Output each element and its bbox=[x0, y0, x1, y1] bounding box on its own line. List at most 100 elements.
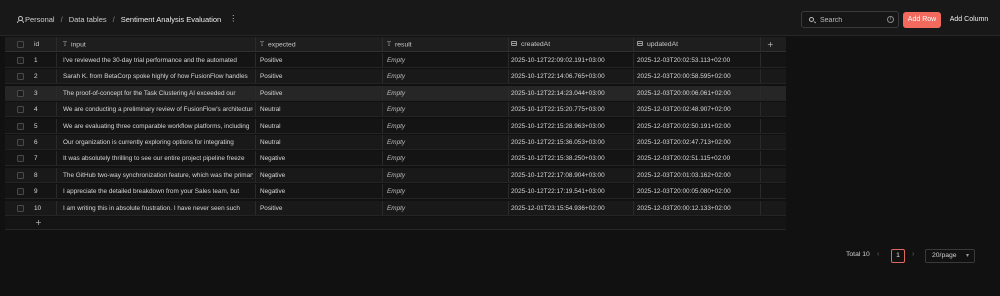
cell-result[interactable]: Empty bbox=[387, 69, 507, 84]
cell-createdat[interactable]: 2025-10-12T22:15:20.775+03:00 bbox=[511, 102, 631, 117]
cell-updatedat[interactable]: 2025-12-03T20:00:12.133+02:00 bbox=[637, 201, 757, 216]
column-header-expected[interactable]: Texpected bbox=[260, 37, 380, 52]
cell-input[interactable]: I am writing this in absolute frustratio… bbox=[63, 201, 253, 216]
table-row[interactable]: 4 We are conducting a preliminary review … bbox=[5, 102, 786, 118]
cell-updatedat[interactable]: 2025-12-03T20:02:47.713+02:00 bbox=[637, 135, 757, 150]
breadcrumb-data-tables[interactable]: Data tables bbox=[69, 15, 107, 24]
table-row[interactable]: 3 The proof-of-concept for the Task Clust… bbox=[5, 85, 786, 101]
row-checkbox[interactable] bbox=[17, 139, 24, 146]
cell-input[interactable]: The GitHub two-way synchronization featu… bbox=[63, 168, 253, 183]
cell-id[interactable]: 2 bbox=[34, 69, 54, 84]
cell-result[interactable]: Empty bbox=[387, 168, 507, 183]
cell-expected[interactable]: Positive bbox=[260, 201, 380, 216]
cell-result[interactable]: Empty bbox=[387, 135, 507, 150]
cell-updatedat[interactable]: 2025-12-03T20:02:53.113+02:00 bbox=[637, 53, 757, 68]
cell-updatedat[interactable]: 2025-12-03T20:02:48.907+02:00 bbox=[637, 102, 757, 117]
cell-updatedat[interactable]: 2025-12-03T20:00:06.061+02:00 bbox=[637, 86, 757, 101]
row-checkbox[interactable] bbox=[17, 57, 24, 64]
cell-expected[interactable]: Positive bbox=[260, 86, 380, 101]
column-header-result[interactable]: Tresult bbox=[387, 37, 507, 52]
add-row-plus-icon[interactable]: + bbox=[35, 217, 42, 230]
row-checkbox[interactable] bbox=[17, 155, 24, 163]
table-row[interactable]: 6 Our organization is currently exploring… bbox=[5, 135, 786, 150]
cell-input[interactable]: We are conducting a preliminary review o… bbox=[63, 102, 253, 117]
cell-id[interactable]: 8 bbox=[34, 168, 54, 183]
cell-input[interactable]: I've reviewed the 30-day trial performan… bbox=[63, 53, 253, 68]
cell-id[interactable]: 3 bbox=[34, 86, 54, 101]
table-row[interactable]: 2 Sarah K. from BetaCorp spoke highly of … bbox=[5, 69, 786, 85]
column-header-input[interactable]: Tinput bbox=[63, 37, 253, 52]
cell-createdat[interactable]: 2025-10-12T22:14:06.765+03:00 bbox=[511, 69, 631, 84]
table-row[interactable]: 7 It was absolutely thrilling to see our … bbox=[5, 151, 786, 167]
table-row[interactable]: 1 I've reviewed the 30-day trial performa… bbox=[5, 53, 786, 68]
table-row[interactable]: 8 The GitHub two-way synchronization feat… bbox=[5, 167, 786, 183]
add-column-plus-icon[interactable]: + bbox=[767, 37, 774, 52]
cell-expected[interactable]: Negative bbox=[260, 184, 380, 199]
page-size-select[interactable]: 20/page ▾ bbox=[925, 249, 975, 263]
row-checkbox[interactable] bbox=[17, 122, 24, 130]
cell-createdat[interactable]: 2025-10-12T22:17:08.904+03:00 bbox=[511, 168, 631, 183]
more-vertical-icon[interactable]: ⋮ bbox=[229, 15, 237, 23]
table-row[interactable]: 5 We are evaluating three comparable work… bbox=[5, 118, 786, 134]
cell-expected[interactable]: Neutral bbox=[260, 119, 380, 134]
select-all-checkbox[interactable] bbox=[17, 41, 24, 48]
cell-createdat[interactable]: 2025-10-12T22:09:02.191+03:00 bbox=[511, 53, 631, 68]
column-header-createdat[interactable]: createdAt bbox=[511, 37, 631, 52]
cell-createdat[interactable]: 2025-10-12T22:14:23.044+03:00 bbox=[511, 86, 631, 101]
cell-updatedat[interactable]: 2025-12-03T20:01:03.162+02:00 bbox=[637, 168, 757, 183]
cell-createdat[interactable]: 2025-10-12T22:15:38.250+03:00 bbox=[511, 151, 631, 166]
row-checkbox[interactable] bbox=[17, 204, 24, 212]
cell-input[interactable]: Our organization is currently exploring … bbox=[63, 135, 253, 150]
row-checkbox[interactable] bbox=[17, 171, 24, 179]
cell-input[interactable]: It was absolutely thrilling to see our e… bbox=[63, 151, 253, 166]
cell-result[interactable]: Empty bbox=[387, 86, 507, 101]
cell-expected[interactable]: Negative bbox=[260, 151, 380, 166]
cell-createdat[interactable]: 2025-10-12T22:15:36.053+03:00 bbox=[511, 135, 631, 150]
row-checkbox[interactable] bbox=[17, 188, 24, 196]
search-input[interactable] bbox=[820, 14, 884, 26]
cell-expected[interactable]: Neutral bbox=[260, 102, 380, 117]
cell-result[interactable]: Empty bbox=[387, 53, 507, 68]
cell-updatedat[interactable]: 2025-12-03T20:00:05.080+02:00 bbox=[637, 184, 757, 199]
cell-input[interactable]: We are evaluating three comparable workf… bbox=[63, 119, 253, 134]
cell-result[interactable]: Empty bbox=[387, 119, 507, 134]
cell-result[interactable]: Empty bbox=[387, 184, 507, 199]
row-checkbox[interactable] bbox=[17, 106, 24, 114]
cell-updatedat[interactable]: 2025-12-03T20:02:51.115+02:00 bbox=[637, 151, 757, 166]
cell-result[interactable]: Empty bbox=[387, 102, 507, 117]
add-row-line[interactable]: + bbox=[5, 217, 786, 230]
cell-id[interactable]: 4 bbox=[34, 102, 54, 117]
cell-id[interactable]: 5 bbox=[34, 119, 54, 134]
add-row-button[interactable]: Add Row bbox=[903, 12, 941, 28]
page-number-current[interactable]: 1 bbox=[891, 249, 905, 263]
table-row[interactable]: 9 I appreciate the detailed breakdown fro… bbox=[5, 184, 786, 200]
cell-updatedat[interactable]: 2025-12-03T20:02:50.191+02:00 bbox=[637, 119, 757, 134]
cell-createdat[interactable]: 2025-10-12T22:15:28.963+03:00 bbox=[511, 119, 631, 134]
table-row[interactable]: 10 I am writing this in absolute frustrat… bbox=[5, 200, 786, 216]
row-checkbox[interactable] bbox=[17, 73, 24, 81]
cell-expected[interactable]: Positive bbox=[260, 53, 380, 68]
cell-input[interactable]: I appreciate the detailed breakdown from… bbox=[63, 184, 253, 199]
cell-createdat[interactable]: 2025-12-01T23:15:54.936+02:00 bbox=[511, 201, 631, 216]
column-header-updatedat[interactable]: updatedAt bbox=[637, 37, 757, 52]
info-icon[interactable]: i bbox=[887, 16, 894, 23]
cell-input[interactable]: Sarah K. from BetaCorp spoke highly of h… bbox=[63, 69, 253, 84]
cell-id[interactable]: 7 bbox=[34, 151, 54, 166]
cell-expected[interactable]: Negative bbox=[260, 168, 380, 183]
column-header-id[interactable]: id bbox=[34, 37, 54, 52]
breadcrumb-personal[interactable]: Personal bbox=[25, 15, 55, 24]
row-checkbox[interactable] bbox=[17, 89, 24, 97]
search-box[interactable]: i bbox=[801, 11, 899, 28]
cell-input[interactable]: The proof-of-concept for the Task Cluste… bbox=[63, 86, 253, 101]
add-column-button[interactable]: Add Column bbox=[946, 12, 992, 28]
cell-id[interactable]: 6 bbox=[34, 135, 54, 150]
cell-result[interactable]: Empty bbox=[387, 151, 507, 166]
next-page-icon[interactable]: › bbox=[912, 251, 914, 258]
cell-expected[interactable]: Positive bbox=[260, 69, 380, 84]
cell-createdat[interactable]: 2025-10-12T22:17:19.541+03:00 bbox=[511, 184, 631, 199]
cell-id[interactable]: 1 bbox=[34, 53, 54, 68]
cell-id[interactable]: 9 bbox=[34, 184, 54, 199]
prev-page-icon[interactable]: ‹ bbox=[877, 251, 879, 258]
cell-id[interactable]: 10 bbox=[34, 201, 54, 216]
cell-result[interactable]: Empty bbox=[387, 201, 507, 216]
